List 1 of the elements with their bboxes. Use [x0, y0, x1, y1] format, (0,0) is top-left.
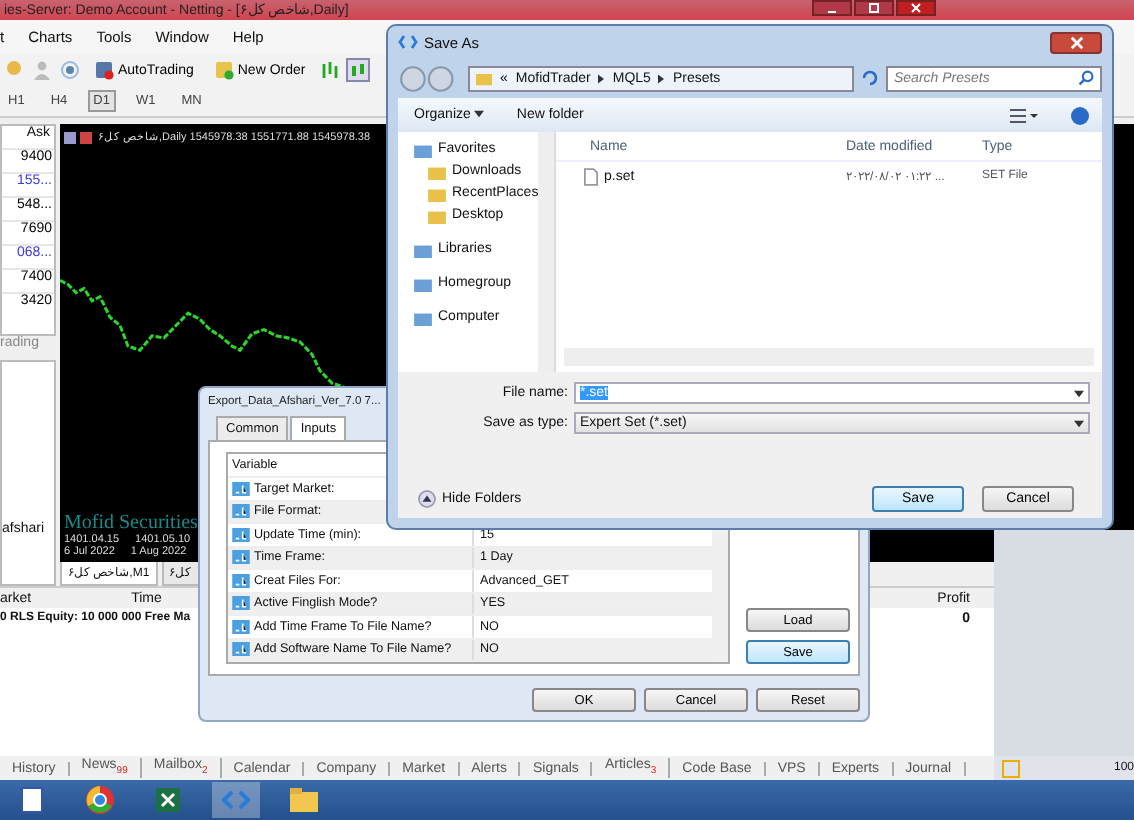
- broker-label: Mofid Securities: [64, 512, 198, 534]
